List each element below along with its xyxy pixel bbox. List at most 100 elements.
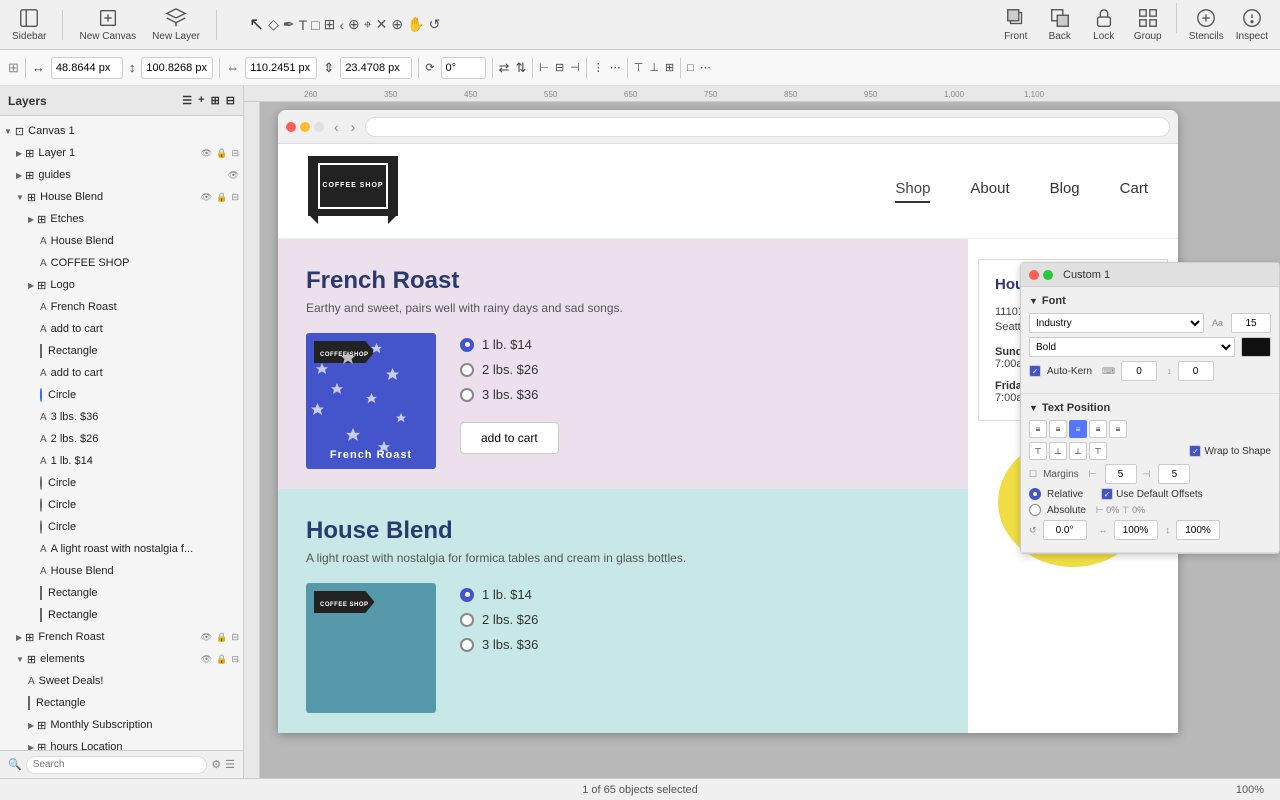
font-family-select[interactable]: Industry xyxy=(1029,313,1204,333)
hb-eye-icon[interactable]: 👁 xyxy=(201,192,212,203)
wrap-checkbox[interactable] xyxy=(1189,445,1201,457)
layer-logo[interactable]: ▶ ⊞ Logo xyxy=(0,274,243,296)
elem-eye-icon[interactable]: 👁 xyxy=(201,654,212,665)
layer-etches[interactable]: ▶ ⊞ Etches xyxy=(0,208,243,230)
layer-house-blend-text[interactable]: A House Blend xyxy=(0,230,243,252)
layer1-arrange-icon[interactable]: ⊟ xyxy=(231,148,239,159)
elem-lock-icon[interactable]: 🔒 xyxy=(216,654,227,665)
product2-option-3lb[interactable]: 3 lbs. $36 xyxy=(460,637,538,652)
layer-rect3[interactable]: Rectangle xyxy=(0,604,243,626)
radio-2lb[interactable] xyxy=(460,363,474,377)
align-left-btn[interactable]: ≡ xyxy=(1029,420,1047,438)
node-tool[interactable]: ◇ xyxy=(268,16,279,33)
layers-add-btn[interactable]: + xyxy=(198,94,204,107)
layers-group-btn[interactable]: ⊞ xyxy=(211,94,220,107)
rotate-tool[interactable]: ↺ xyxy=(429,16,441,33)
layers-options-btn[interactable]: ☰ xyxy=(182,94,192,107)
align-center-icon[interactable]: ⊟ xyxy=(555,61,564,74)
layer-house-blend2[interactable]: A House Blend xyxy=(0,560,243,582)
transform-tool[interactable]: ⊕ xyxy=(348,16,360,33)
layer-rect4[interactable]: Rectangle xyxy=(0,692,243,714)
margin-left-input[interactable] xyxy=(1105,464,1137,484)
layer-circle-blue[interactable]: Circle xyxy=(0,384,243,406)
layers-delete-btn[interactable]: ⊟ xyxy=(226,94,235,107)
product1-option-3lb[interactable]: 3 lbs. $36 xyxy=(460,387,559,402)
layer-layer1[interactable]: ▶ ⊞ Layer 1 👁 🔒 ⊟ xyxy=(0,142,243,164)
layer-1lb[interactable]: A 1 lb. $14 xyxy=(0,450,243,472)
new-canvas-button[interactable]: New Canvas xyxy=(75,3,140,46)
guides-eye-icon[interactable]: 👁 xyxy=(228,170,239,181)
fr-lock-icon[interactable]: 🔒 xyxy=(216,632,227,643)
layer-french-roast-text[interactable]: A French Roast xyxy=(0,296,243,318)
layer-light-roast[interactable]: A A light roast with nostalgia f... xyxy=(0,538,243,560)
y-input[interactable] xyxy=(141,57,213,79)
custom-panel-min-btn[interactable] xyxy=(1043,270,1053,280)
flip-v-icon[interactable]: ⇅ xyxy=(515,60,526,76)
font-color-swatch[interactable] xyxy=(1241,337,1271,357)
nav-cart[interactable]: Cart xyxy=(1120,180,1148,203)
custom-panel-close-btn[interactable] xyxy=(1029,270,1039,280)
stencils-button[interactable]: Stencils xyxy=(1185,3,1228,46)
zoom-in-tool[interactable]: ⊕ xyxy=(391,16,403,33)
layer-circle2[interactable]: Circle xyxy=(0,472,243,494)
radio-3lb[interactable] xyxy=(460,388,474,402)
erase-tool[interactable]: ✕ xyxy=(376,16,388,33)
layer-french-roast-group[interactable]: ▶ ⊞ French Roast 👁 🔒 ⊟ xyxy=(0,626,243,648)
lock-button[interactable]: Lock xyxy=(1084,3,1124,46)
hand-tool[interactable]: ✋ xyxy=(407,16,424,33)
valign-top-btn[interactable]: ⊤ xyxy=(1029,442,1047,460)
browser-url-input[interactable] xyxy=(365,117,1170,137)
nav-shop[interactable]: Shop xyxy=(895,180,930,203)
product1-option-2lb[interactable]: 2 lbs. $26 xyxy=(460,362,559,377)
browser-back-btn[interactable]: ‹ xyxy=(330,119,343,135)
product1-option-1lb[interactable]: 1 lb. $14 xyxy=(460,337,559,352)
layer-sweet-deals[interactable]: A Sweet Deals! xyxy=(0,670,243,692)
ruler-toggle-icon[interactable]: ⊞ xyxy=(8,60,19,76)
align-center-btn[interactable]: ≡ xyxy=(1049,420,1067,438)
group-button[interactable]: Group xyxy=(1128,3,1168,46)
browser-dot-gray[interactable] xyxy=(314,122,324,132)
font-size-input[interactable] xyxy=(1231,313,1271,333)
auto-kern-checkbox[interactable] xyxy=(1029,365,1041,377)
fr-arr-icon[interactable]: ⊟ xyxy=(231,632,239,643)
layer-house-blend-group[interactable]: ▼ ⊞ House Blend 👁 🔒 ⊟ xyxy=(0,186,243,208)
flip-h-icon[interactable]: ⇄ xyxy=(499,60,510,76)
arrange-icon[interactable]: □ xyxy=(687,62,694,74)
hb-lock-icon[interactable]: 🔒 xyxy=(216,192,227,203)
valign-4-btn[interactable]: ⊤ xyxy=(1089,442,1107,460)
dist-h-icon[interactable]: ⋮ xyxy=(593,61,604,74)
text-tool[interactable]: T xyxy=(299,17,308,33)
product2-option-2lb[interactable]: 2 lbs. $26 xyxy=(460,612,538,627)
radio-1lb[interactable] xyxy=(460,338,474,352)
canvas-area[interactable]: 260 350 450 550 650 750 850 950 1,000 1,… xyxy=(244,86,1280,778)
nav-about[interactable]: About xyxy=(970,180,1009,203)
layer-rectangle1[interactable]: Rectangle xyxy=(0,340,243,362)
margin-right-input[interactable] xyxy=(1158,464,1190,484)
layer-monthly-sub[interactable]: ▶ ⊞ Monthly Subscription xyxy=(0,714,243,736)
layers-bottom-icon[interactable]: ☰ xyxy=(225,758,235,771)
more-icon[interactable]: ⋯ xyxy=(700,61,711,74)
pen-tool[interactable]: ✒ xyxy=(283,16,295,33)
left-arrow-tool[interactable]: ‹ xyxy=(339,17,344,33)
font-weight-select[interactable]: Bold xyxy=(1029,337,1235,357)
shape-tool[interactable]: □ xyxy=(311,17,319,33)
dist-v-icon[interactable]: ⋯ xyxy=(610,61,621,74)
new-layer-button[interactable]: New Layer xyxy=(148,3,204,46)
select-tool[interactable]: ↖ xyxy=(249,14,264,35)
layer-canvas1[interactable]: ▼ ⊡ Canvas 1 xyxy=(0,120,243,142)
browser-dot-yellow[interactable] xyxy=(300,122,310,132)
fr-eye-icon[interactable]: 👁 xyxy=(201,632,212,643)
browser-forward-btn[interactable]: › xyxy=(347,119,360,135)
layer1-eye-icon[interactable]: 👁 xyxy=(201,148,212,159)
back-button[interactable]: Back xyxy=(1040,3,1080,46)
add-to-cart-btn1[interactable]: add to cart xyxy=(460,422,559,454)
layer-add-cart1[interactable]: A add to cart xyxy=(0,318,243,340)
rotation-panel-input[interactable] xyxy=(1043,520,1087,540)
browser-dot-red[interactable] xyxy=(286,122,296,132)
align-top-icon[interactable]: ⊤ xyxy=(634,61,644,74)
absolute-radio[interactable] xyxy=(1029,504,1041,516)
layer-coffee-shop-text[interactable]: A COFFEE SHOP xyxy=(0,252,243,274)
elem-arr-icon[interactable]: ⊟ xyxy=(231,654,239,665)
w-input[interactable] xyxy=(245,57,317,79)
kern-input[interactable] xyxy=(1121,361,1157,381)
